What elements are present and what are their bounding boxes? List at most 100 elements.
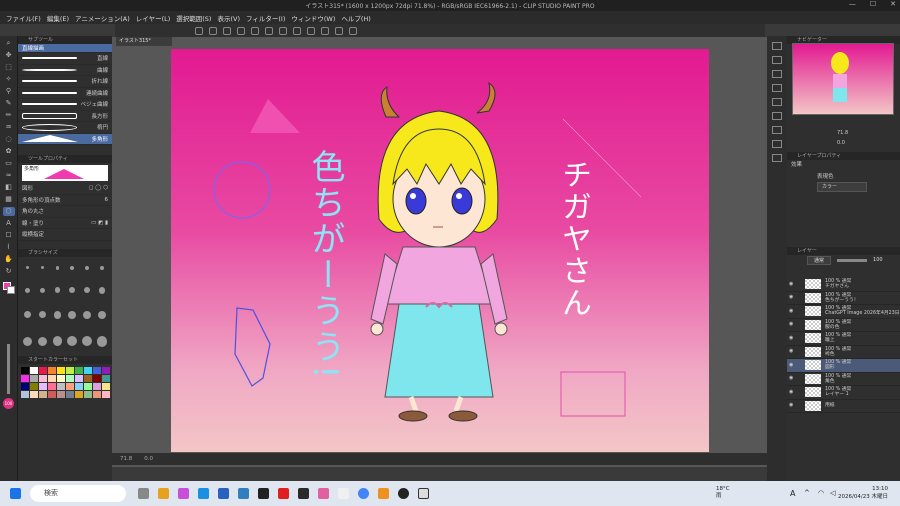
eraser-tool-icon[interactable]: ▭ [3, 159, 15, 168]
color-wheel-icon[interactable] [772, 154, 782, 162]
color-swatch[interactable] [83, 375, 92, 382]
navigator-icon[interactable] [772, 42, 782, 50]
sub-tool-item[interactable]: 曲線 [18, 65, 112, 76]
color-swatch[interactable] [74, 383, 83, 390]
brush-size-option[interactable] [67, 336, 78, 347]
zoom-readout[interactable]: 71.8 [120, 456, 132, 462]
decoration-tool-icon[interactable]: ✿ [3, 147, 15, 156]
brush-size-option[interactable] [98, 287, 106, 294]
color-swatch[interactable] [47, 383, 56, 390]
color-chips[interactable] [2, 282, 15, 294]
document-tab[interactable]: イラスト315* [116, 37, 172, 46]
sub-tool-item[interactable]: 直線 [18, 53, 112, 65]
brush-size-option[interactable] [83, 310, 92, 319]
color-swatch[interactable] [47, 375, 56, 382]
layer-search-icon[interactable] [772, 84, 782, 92]
brush-size-grid[interactable] [22, 259, 108, 354]
clock[interactable]: 13:10 2026/04/23 木曜日 [838, 485, 888, 501]
color-swatch[interactable] [29, 367, 38, 374]
wifi-icon[interactable]: ◠ [818, 489, 824, 497]
color-swatch[interactable] [38, 367, 47, 374]
color-swatch[interactable] [20, 375, 29, 382]
pencil-tool-icon[interactable]: ✏ [3, 111, 15, 120]
deselect-icon[interactable] [293, 26, 301, 35]
vertex-count-value[interactable]: 6 [105, 197, 109, 203]
start-icon[interactable] [10, 488, 21, 499]
brush-size-option[interactable] [26, 266, 30, 270]
menu-selection[interactable]: 選択範囲(S) [176, 13, 211, 23]
opacity-value[interactable]: 100 [873, 257, 883, 263]
layer-row[interactable]: ◉ 用紙 [787, 400, 900, 413]
menu-window[interactable]: ウィンドウ(W) [291, 13, 335, 23]
youtube-icon[interactable] [278, 488, 289, 499]
color-swatch[interactable] [74, 391, 83, 398]
close-icon[interactable]: ✕ [890, 0, 896, 8]
brush-size-option[interactable] [99, 265, 105, 270]
sub-tool-item-selected[interactable]: 多角形 [18, 133, 112, 145]
snap-grid-icon[interactable] [349, 26, 357, 35]
menu-layer[interactable]: レイヤー(L) [136, 13, 171, 23]
brush-tool-icon[interactable]: ♒ [3, 123, 15, 132]
color-swatch[interactable] [38, 383, 47, 390]
music-icon[interactable] [338, 488, 349, 499]
brush-size-option[interactable] [23, 336, 33, 346]
balloon-tool-icon[interactable]: ☐ [3, 231, 15, 240]
visibility-eye-icon[interactable]: ◉ [789, 349, 793, 354]
brush-size-option[interactable] [68, 310, 77, 319]
blend-tool-icon[interactable]: ≈ [3, 171, 15, 180]
color-swatch[interactable] [92, 391, 101, 398]
color-swatch[interactable] [101, 375, 110, 382]
corner-radius-prop[interactable]: 角の丸さ [18, 206, 112, 218]
history-icon[interactable] [772, 112, 782, 120]
new-icon[interactable] [195, 26, 203, 35]
copilot-icon[interactable] [178, 488, 189, 499]
media-player-icon[interactable] [398, 488, 409, 499]
color-swatch[interactable] [56, 391, 65, 398]
menu-view[interactable]: 表示(V) [217, 13, 240, 23]
navigator-zoom[interactable]: 71.8 [837, 130, 848, 140]
visibility-eye-icon[interactable]: ◉ [789, 295, 793, 300]
taskbar-search[interactable]: 検索 [30, 485, 126, 502]
opacity-badge[interactable]: 100 [3, 398, 14, 409]
edge-icon[interactable] [198, 488, 209, 499]
navigator-preview[interactable] [792, 43, 894, 115]
snap-icon[interactable] [335, 26, 343, 35]
terminal-icon[interactable] [258, 488, 269, 499]
layer-row[interactable]: ◉ 100 % 通常 色ちがーうう！ [787, 292, 900, 305]
invert-selection-icon[interactable] [307, 26, 315, 35]
visibility-eye-icon[interactable]: ◉ [789, 335, 793, 341]
brush-size-option[interactable] [24, 311, 32, 319]
aspect-prop[interactable]: 縦横指定 [18, 229, 112, 241]
outlook-icon[interactable] [238, 488, 249, 499]
color-swatch[interactable] [101, 391, 110, 398]
color-swatch[interactable] [83, 391, 92, 398]
color-swatch[interactable] [20, 367, 29, 374]
color-swatch[interactable] [83, 383, 92, 390]
color-swatch[interactable] [65, 367, 74, 374]
artwork-canvas[interactable]: 色ちがーうう! チガヤさん [171, 49, 709, 452]
subview-icon[interactable] [772, 56, 782, 64]
layer-row[interactable]: ◉ 100 % 通常 ChatGPT Image 2026年4月23日 [787, 305, 900, 319]
color-swatch[interactable] [56, 375, 65, 382]
brush-size-option[interactable] [96, 336, 108, 347]
layer-row[interactable]: ◉ 100 % 通常 図形 [787, 359, 900, 373]
clip-studio-icon[interactable] [418, 488, 429, 499]
layer-row[interactable]: ◉ 100 % 通常 レイヤー 1 [787, 386, 900, 400]
line-fill-icons[interactable]: ▭ ◩ ▮ [91, 220, 108, 226]
minimize-icon[interactable]: — [849, 0, 856, 8]
hand-tool-icon[interactable]: ✋ [3, 255, 15, 264]
layer-row[interactable]: ◉ 100 % 通常 袴色 [787, 346, 900, 359]
brush-size-option[interactable] [25, 287, 31, 293]
line-fill-prop[interactable]: 線・塗り ▭ ◩ ▮ [18, 218, 112, 229]
info-icon[interactable] [772, 70, 782, 78]
visibility-eye-icon[interactable]: ◉ [789, 322, 793, 327]
auto-select-icon[interactable]: ✧ [3, 75, 15, 84]
color-swatch[interactable] [65, 375, 74, 382]
material-icon[interactable] [772, 98, 782, 106]
sub-tool-item[interactable]: 楕円 [18, 122, 112, 134]
brush-size-option[interactable] [38, 336, 48, 346]
visibility-eye-icon[interactable]: ◉ [789, 376, 793, 381]
menu-edit[interactable]: 編集(E) [47, 13, 69, 23]
tray-chevron-icon[interactable]: ^ [804, 489, 810, 497]
brush-size-option[interactable] [41, 266, 45, 270]
